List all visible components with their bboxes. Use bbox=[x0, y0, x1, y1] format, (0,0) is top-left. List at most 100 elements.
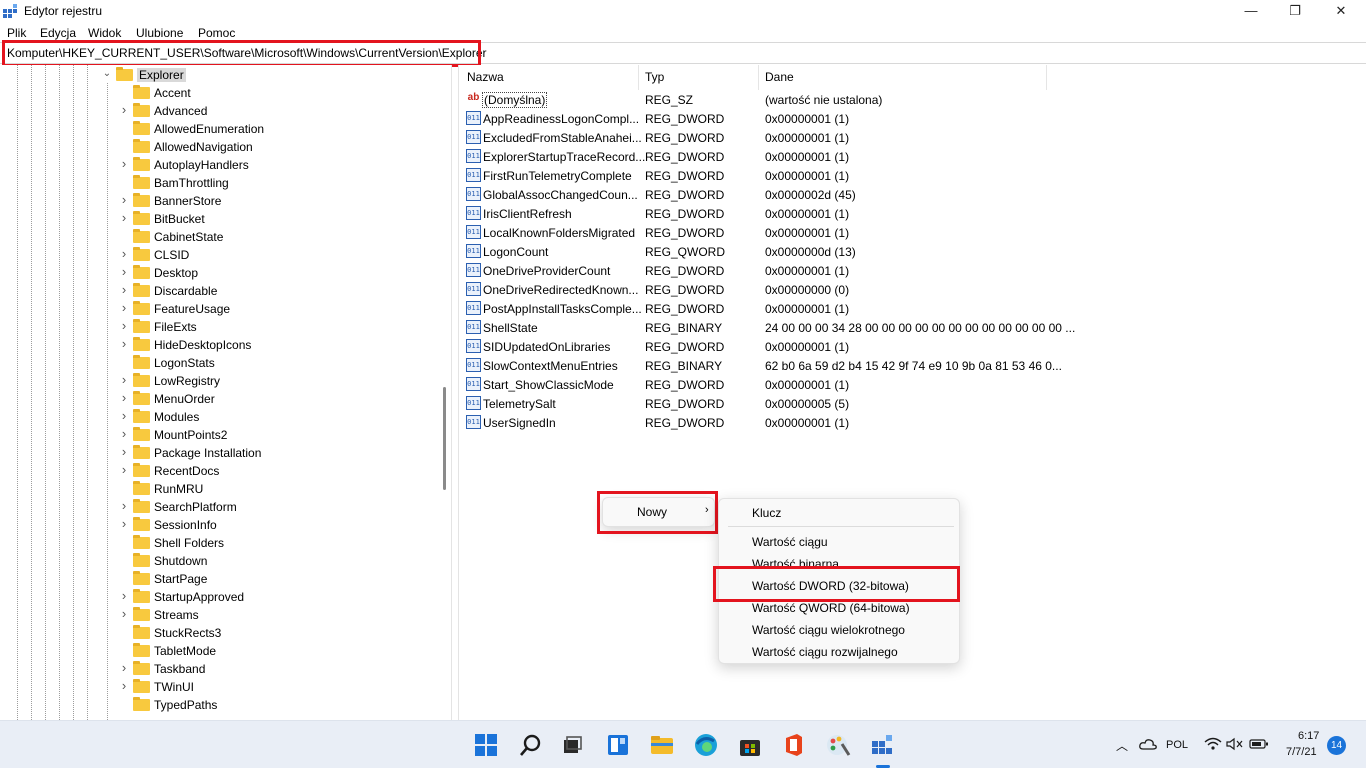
tree-item[interactable]: › LowRegistry bbox=[0, 372, 440, 390]
chevron-right-icon[interactable]: › bbox=[119, 210, 129, 225]
chevron-down-icon[interactable]: ⌄ bbox=[102, 68, 112, 79]
tree-item[interactable]: › Desktop bbox=[0, 264, 440, 282]
value-row[interactable]: 011 TelemetrySalt REG_DWORD 0x00000005 (5) bbox=[459, 394, 1059, 413]
chevron-right-icon[interactable]: › bbox=[119, 444, 129, 459]
tree-item[interactable]: › FileExts bbox=[0, 318, 440, 336]
chevron-right-icon[interactable]: › bbox=[119, 372, 129, 387]
value-row[interactable]: 011 LogonCount REG_QWORD 0x0000000d (13) bbox=[459, 242, 1059, 261]
chevron-right-icon[interactable]: › bbox=[119, 318, 129, 333]
value-row[interactable]: 011 LocalKnownFoldersMigrated REG_DWORD 0x0… bbox=[459, 223, 1059, 242]
chevron-right-icon[interactable]: › bbox=[119, 606, 129, 621]
tree-item[interactable]: › AutoplayHandlers bbox=[0, 156, 440, 174]
menu-edycja[interactable]: Edycja bbox=[40, 26, 76, 40]
tree-item[interactable]: Shell Folders bbox=[0, 534, 440, 552]
value-row[interactable]: 011 AppReadinessLogonCompl... REG_DWORD 0x0… bbox=[459, 109, 1059, 128]
tree-item[interactable]: StuckRects3 bbox=[0, 624, 440, 642]
menu-plik[interactable]: Plik bbox=[7, 26, 26, 40]
tree-scrollbar-thumb[interactable] bbox=[443, 387, 446, 490]
language-indicator[interactable]: POL bbox=[1166, 739, 1188, 751]
tree-item[interactable]: › Streams bbox=[0, 606, 440, 624]
task-view-icon[interactable] bbox=[558, 731, 586, 759]
clock-time[interactable]: 6:17 bbox=[1298, 730, 1319, 742]
menu-ulubione[interactable]: Ulubione bbox=[136, 26, 183, 40]
value-row[interactable]: 011 IrisClientRefresh REG_DWORD 0x00000001 … bbox=[459, 204, 1059, 223]
tree-item[interactable]: Shutdown bbox=[0, 552, 440, 570]
chevron-right-icon[interactable]: › bbox=[119, 516, 129, 531]
wifi-icon[interactable] bbox=[1204, 737, 1222, 751]
chevron-right-icon[interactable]: › bbox=[119, 282, 129, 297]
tree-item[interactable]: CabinetState bbox=[0, 228, 440, 246]
registry-tree[interactable]: ⌄ Explorer Accent › Advanced AllowedEnumera… bbox=[0, 65, 452, 720]
tree-item[interactable]: AllowedEnumeration bbox=[0, 120, 440, 138]
column-name-header[interactable]: Nazwa bbox=[467, 70, 504, 84]
tree-item[interactable]: › HideDesktopIcons bbox=[0, 336, 440, 354]
minimize-button[interactable]: — bbox=[1228, 0, 1274, 24]
chevron-right-icon[interactable]: › bbox=[119, 300, 129, 315]
submenu-string-value[interactable]: Wartość ciągu bbox=[752, 535, 828, 549]
column-data-header[interactable]: Dane bbox=[765, 70, 794, 84]
tree-item[interactable]: TabletMode bbox=[0, 642, 440, 660]
tree-item[interactable]: LogonStats bbox=[0, 354, 440, 372]
store-icon[interactable] bbox=[736, 731, 764, 759]
registry-editor-taskbar-icon[interactable] bbox=[868, 731, 896, 759]
edge-icon[interactable] bbox=[692, 731, 720, 759]
tree-item[interactable]: BamThrottling bbox=[0, 174, 440, 192]
battery-icon[interactable] bbox=[1249, 737, 1269, 751]
tree-item[interactable]: › StartupApproved bbox=[0, 588, 440, 606]
notification-badge[interactable]: 14 bbox=[1327, 736, 1346, 755]
tree-item[interactable]: › RecentDocs bbox=[0, 462, 440, 480]
tree-item[interactable]: › Discardable bbox=[0, 282, 440, 300]
tree-item[interactable]: TypedPaths bbox=[0, 696, 440, 714]
value-row[interactable]: 011 FirstRunTelemetryComplete REG_DWORD 0x0… bbox=[459, 166, 1059, 185]
chevron-right-icon[interactable]: › bbox=[119, 678, 129, 693]
column-type-header[interactable]: Typ bbox=[645, 70, 664, 84]
tree-item[interactable]: › BitBucket bbox=[0, 210, 440, 228]
chevron-up-icon[interactable]: ︿ bbox=[1116, 737, 1128, 754]
value-row[interactable]: 011 SlowContextMenuEntries REG_BINARY 62 b0… bbox=[459, 356, 1062, 375]
submenu-multi-string-value[interactable]: Wartość ciągu wielokrotnego bbox=[752, 623, 905, 637]
tree-item[interactable]: StartPage bbox=[0, 570, 440, 588]
chevron-right-icon[interactable]: › bbox=[119, 462, 129, 477]
tree-item[interactable]: › Modules bbox=[0, 408, 440, 426]
search-icon[interactable] bbox=[517, 731, 545, 759]
tree-item[interactable]: › SearchPlatform bbox=[0, 498, 440, 516]
value-row[interactable]: 011 OneDriveRedirectedKnown... REG_DWORD 0x… bbox=[459, 280, 1059, 299]
menu-pomoc[interactable]: Pomoc bbox=[198, 26, 235, 40]
tree-item[interactable]: › SessionInfo bbox=[0, 516, 440, 534]
paint-icon[interactable] bbox=[824, 731, 852, 759]
chevron-right-icon[interactable]: › bbox=[119, 192, 129, 207]
tree-item-explorer[interactable]: ⌄ Explorer bbox=[0, 66, 440, 84]
chevron-right-icon[interactable]: › bbox=[119, 498, 129, 513]
chevron-right-icon[interactable]: › bbox=[119, 660, 129, 675]
office-icon[interactable] bbox=[780, 731, 808, 759]
value-row[interactable]: 011 ShellState REG_BINARY 24 00 00 00 34 28… bbox=[459, 318, 1075, 337]
start-icon[interactable] bbox=[472, 731, 500, 759]
value-row[interactable]: 011 Start_ShowClassicMode REG_DWORD 0x00000… bbox=[459, 375, 1059, 394]
tree-item[interactable]: › Taskband bbox=[0, 660, 440, 678]
chevron-right-icon[interactable]: › bbox=[119, 156, 129, 171]
menu-widok[interactable]: Widok bbox=[88, 26, 121, 40]
tree-item[interactable]: › TWinUI bbox=[0, 678, 440, 696]
tree-item[interactable]: › FeatureUsage bbox=[0, 300, 440, 318]
onedrive-icon[interactable] bbox=[1139, 737, 1157, 751]
tree-item[interactable]: › BannerStore bbox=[0, 192, 440, 210]
chevron-right-icon[interactable]: › bbox=[119, 246, 129, 261]
tree-item[interactable]: AllowedNavigation bbox=[0, 138, 440, 156]
tree-item[interactable]: › MountPoints2 bbox=[0, 426, 440, 444]
chevron-right-icon[interactable]: › bbox=[119, 336, 129, 351]
chevron-right-icon[interactable]: › bbox=[119, 264, 129, 279]
value-row[interactable]: 011 GlobalAssocChangedCoun... REG_DWORD 0x0… bbox=[459, 185, 1059, 204]
submenu-qword-value[interactable]: Wartość QWORD (64-bitowa) bbox=[752, 601, 910, 615]
chevron-right-icon[interactable]: › bbox=[119, 588, 129, 603]
tree-item[interactable]: RunMRU bbox=[0, 480, 440, 498]
tree-item[interactable]: › CLSID bbox=[0, 246, 440, 264]
submenu-key[interactable]: Klucz bbox=[752, 506, 781, 520]
value-row[interactable]: 011 UserSignedIn REG_DWORD 0x00000001 (1) bbox=[459, 413, 1059, 432]
submenu-expandable-string-value[interactable]: Wartość ciągu rozwijalnego bbox=[752, 645, 898, 659]
tree-scrollbar[interactable] bbox=[438, 65, 451, 720]
value-row[interactable]: 011 ExcludedFromStableAnahei... REG_DWORD 0… bbox=[459, 128, 1059, 147]
value-row[interactable]: 011 SIDUpdatedOnLibraries REG_DWORD 0x00000… bbox=[459, 337, 1059, 356]
value-row[interactable]: ab (Domyślna) REG_SZ (wartość nie ustalona) bbox=[459, 90, 1059, 109]
volume-muted-icon[interactable] bbox=[1226, 737, 1244, 751]
widgets-icon[interactable] bbox=[604, 731, 632, 759]
